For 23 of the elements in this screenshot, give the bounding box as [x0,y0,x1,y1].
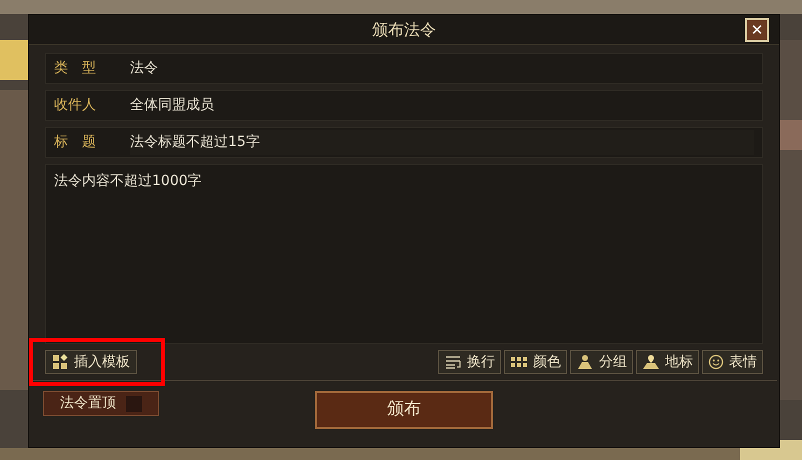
pin-checkbox[interactable]: 法令置顶 [43,391,159,416]
toolbar-button[interactable]: 表情 [702,350,763,374]
field-value: 全体同盟成员 [130,96,214,115]
toolbar-button[interactable]: 颜色 [504,350,567,374]
toolbar-button[interactable]: 分组 [570,350,633,374]
person-icon [576,354,594,370]
map-pin-icon [642,354,660,370]
close-button[interactable]: ✕ [745,18,769,42]
line-wrap-icon [444,354,462,370]
field-label: 标 题 [54,133,97,152]
grid-icon [510,356,528,368]
toolbar-button[interactable]: 地标 [636,350,699,374]
content-field[interactable]: 法令内容不超过1000字 [45,164,763,344]
dialog-title: 颁布法令 [372,18,436,40]
toolbar-button[interactable]: 换行 [438,350,501,374]
title-input[interactable]: 法令标题不超过15字 [130,130,754,155]
field-label: 类 型 [54,59,97,78]
issue-button[interactable]: 颁布 [315,391,493,429]
template-icon [52,354,68,370]
field-label: 收件人 [54,96,97,115]
smiley-icon [708,354,724,370]
insert-template-button[interactable]: 插入模板 [45,350,137,374]
field-value: 法令 [130,59,158,78]
